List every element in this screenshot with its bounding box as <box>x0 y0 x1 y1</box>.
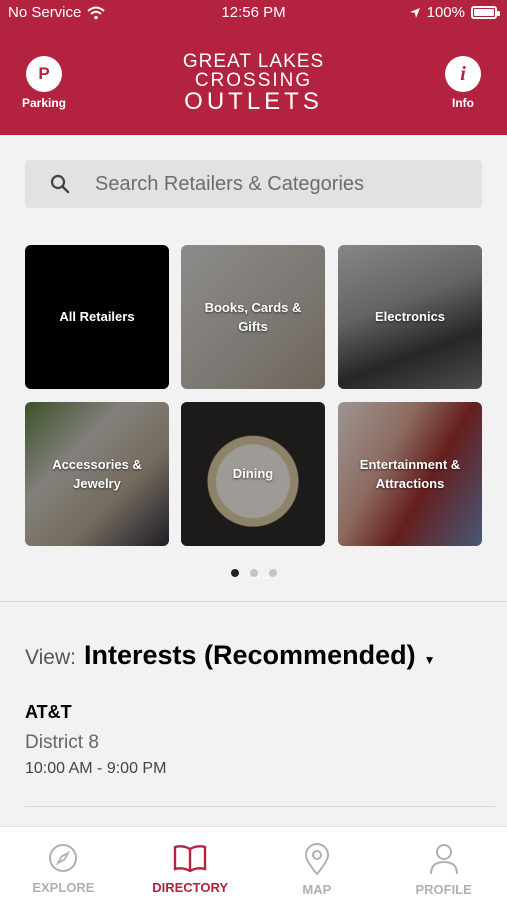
battery-icon <box>471 6 500 19</box>
tab-explore[interactable]: EXPLORE <box>0 827 127 900</box>
tab-label: EXPLORE <box>32 880 95 895</box>
book-icon <box>173 845 207 873</box>
category-label: Electronics <box>374 309 446 325</box>
store-hours: 10:00 AM - 9:00 PM <box>25 760 167 777</box>
info-label: Info <box>452 96 474 110</box>
logo-line-1: GREAT LAKES <box>182 51 325 72</box>
tab-map[interactable]: MAP <box>254 827 381 900</box>
info-button[interactable]: i Info <box>433 56 493 110</box>
map-pin-icon <box>304 843 329 875</box>
location-arrow-icon <box>409 7 420 18</box>
chevron-down-icon[interactable]: ▼ <box>424 653 436 667</box>
tab-label: MAP <box>302 882 332 897</box>
section-divider <box>0 601 507 602</box>
tab-label: PROFILE <box>415 882 472 897</box>
category-books-cards-gifts[interactable]: Books, Cards & Gifts <box>181 245 325 389</box>
page-indicator[interactable] <box>0 569 507 577</box>
category-label: Dining <box>232 466 274 482</box>
store-location: District 8 <box>25 732 99 753</box>
page-dot[interactable] <box>249 569 258 577</box>
category-label: Books, Cards & Gifts <box>204 299 302 335</box>
category-entertainment-attractions[interactable]: Entertainment & Attractions <box>338 402 482 546</box>
app-header: •••• No Service 12:56 PM 100% P Parking … <box>0 0 507 584</box>
search-icon <box>50 174 70 194</box>
page-dot[interactable] <box>268 569 277 577</box>
search-bar[interactable] <box>25 160 482 208</box>
battery-percent: 100% <box>426 4 465 21</box>
store-list-item[interactable]: AT&T District 8 10:00 AM - 9:00 PM <box>25 702 166 778</box>
category-accessories-jewelry[interactable]: Accessories & Jewelry <box>25 402 169 546</box>
list-divider <box>25 806 495 807</box>
person-icon <box>429 844 458 875</box>
info-icon: i <box>445 56 481 92</box>
category-label: Entertainment & Attractions <box>359 456 461 492</box>
logo-line-3: OUTLETS <box>184 88 323 115</box>
view-selected-value[interactable]: Interests (Recommended) <box>84 640 416 671</box>
compass-icon <box>49 844 78 872</box>
category-all-retailers[interactable]: All Retailers <box>25 245 169 389</box>
category-dining[interactable]: Dining <box>181 402 325 546</box>
tab-directory[interactable]: DIRECTORY <box>127 827 254 900</box>
page-dot[interactable] <box>230 569 239 577</box>
tab-profile[interactable]: PROFILE <box>380 827 507 900</box>
view-label: View: <box>25 646 76 669</box>
search-input[interactable] <box>95 172 455 196</box>
category-label: Accessories & Jewelry <box>52 456 142 492</box>
mall-logo: GREAT LAKES CROSSING OUTLETS <box>0 52 507 114</box>
status-bar: •••• No Service 12:56 PM 100% <box>0 0 507 584</box>
store-name: AT&T <box>25 702 72 722</box>
bottom-tab-bar: EXPLORE DIRECTORY MAP PROFILE <box>0 826 507 900</box>
category-electronics[interactable]: Electronics <box>338 245 482 389</box>
tab-label: DIRECTORY <box>152 880 229 895</box>
view-selector[interactable]: View: Interests (Recommended) ▼ <box>25 640 435 671</box>
category-label: All Retailers <box>59 309 135 325</box>
